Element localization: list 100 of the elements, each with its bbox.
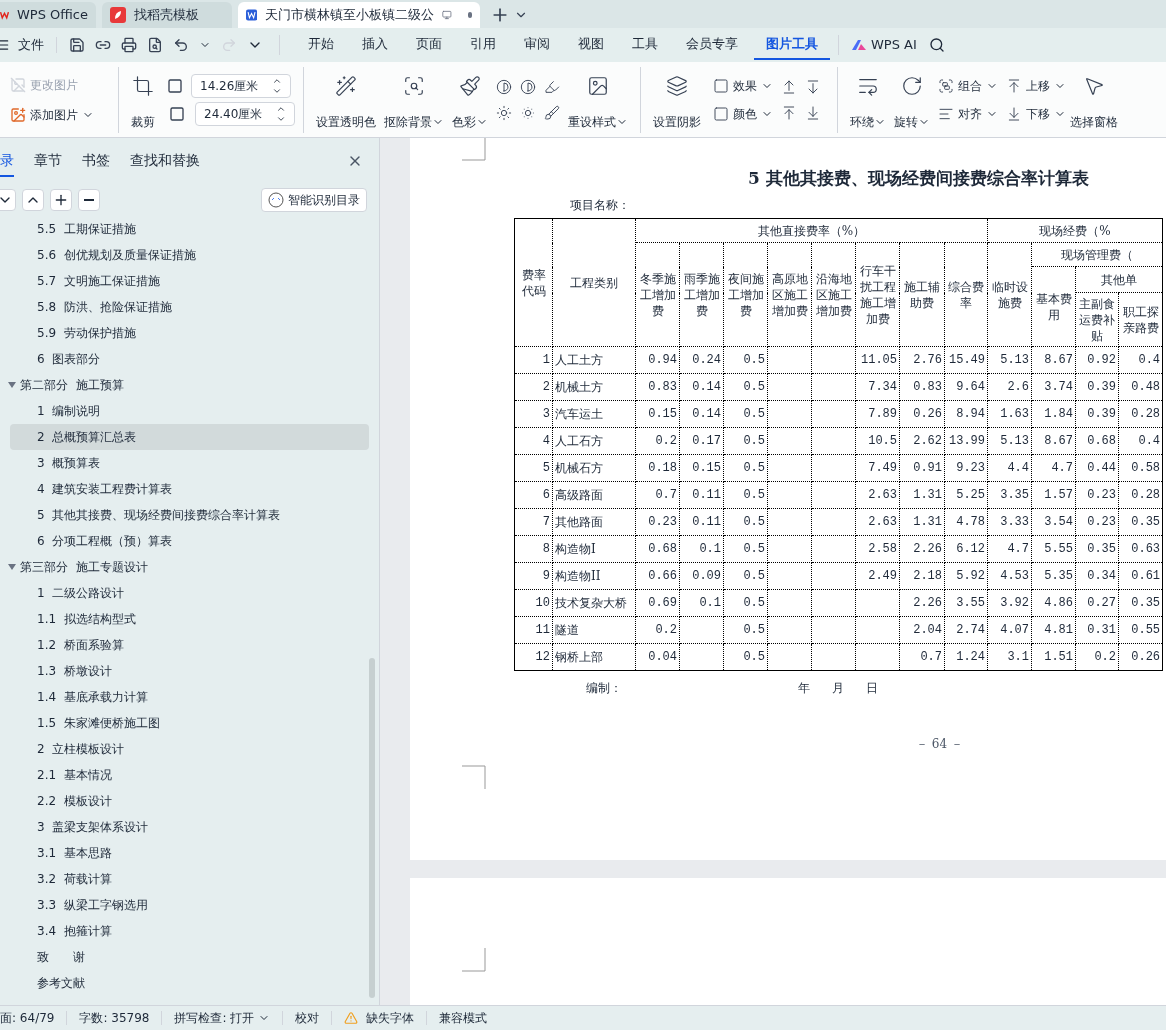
outline-item[interactable]: 1 编制说明 <box>10 398 369 424</box>
width-field[interactable]: 14.26厘米 <box>191 73 291 98</box>
outline-item[interactable]: 5.5 工期保证措施 <box>10 216 369 242</box>
remove-background-button[interactable]: 抠除背景 <box>380 68 448 131</box>
outline-item[interactable]: 2 总概预算汇总表 <box>10 424 369 450</box>
ribbon-tab[interactable]: 页面 <box>404 30 454 60</box>
align-button[interactable]: 对齐 <box>938 100 998 127</box>
table-cell: 0.39 <box>1075 373 1119 401</box>
outline-item[interactable]: 5 其他其接费、现场经费间接费综合率计算表 <box>10 502 369 528</box>
outline-item[interactable]: 第三部分 施工专题设计 <box>10 554 369 580</box>
outline-item[interactable]: 5.8 防洪、抢险保证措施 <box>10 294 369 320</box>
outline-item[interactable]: 1 二级公路设计 <box>10 580 369 606</box>
outline-item[interactable]: 2.1 基本情况 <box>10 762 369 788</box>
height-field[interactable]: 24.40厘米 <box>195 101 295 126</box>
outline-item[interactable]: 2.2 模板设计 <box>10 788 369 814</box>
outline-item[interactable]: 致 谢 <box>10 944 369 970</box>
add-picture-button[interactable]: 添加图片 <box>10 101 110 128</box>
brightness-down-icon[interactable] <box>520 104 536 121</box>
save-icon[interactable] <box>69 37 85 53</box>
ribbon-tab[interactable]: 审阅 <box>512 30 562 60</box>
outline-item[interactable]: 5.9 劳动保护措施 <box>10 320 369 346</box>
up-button[interactable] <box>22 189 44 211</box>
outline-item[interactable]: 6 图表部分 <box>10 346 369 372</box>
outline-item[interactable]: 1.4 基底承载力计算 <box>10 684 369 710</box>
outline-item[interactable]: 3.1 基本思路 <box>10 840 369 866</box>
crop-button[interactable]: 裁剪 <box>127 68 159 131</box>
outline-item[interactable]: 3 盖梁支架体系设计 <box>10 814 369 840</box>
move-down-button[interactable]: 下移 <box>1006 100 1066 127</box>
table-cell: 5.13 <box>987 427 1032 455</box>
sidebar-tab[interactable]: 查找和替换 <box>130 145 200 177</box>
outline-item[interactable]: 参考文献 <box>10 970 369 996</box>
highlighter-icon[interactable] <box>544 78 560 95</box>
shadow-button[interactable]: 设置阴影 <box>649 68 705 131</box>
remove-button[interactable] <box>78 189 100 211</box>
app-tab[interactable]: 找稻壳模板 <box>102 2 232 28</box>
sidebar-tab[interactable]: 章节 <box>34 145 62 177</box>
app-tab[interactable]: 天门市横林镇至小板镇二级公 <box>238 2 480 28</box>
outline-item[interactable]: 6 分项工程概（预）算表 <box>10 528 369 554</box>
add-button[interactable] <box>50 189 72 211</box>
ribbon-tab[interactable]: 图片工具 <box>754 30 830 60</box>
outline-item[interactable]: 1.5 朱家滩便桥施工图 <box>10 710 369 736</box>
search-icon[interactable] <box>928 37 945 53</box>
selection-pane-button[interactable]: 选择窗格 <box>1066 68 1122 131</box>
ribbon-tab[interactable]: 引用 <box>458 30 508 60</box>
outline-item[interactable]: 5.6 创优规划及质量保证措施 <box>10 242 369 268</box>
group-button[interactable]: 组合 <box>938 72 998 99</box>
outline-item[interactable]: 第二部分 施工预算 <box>10 372 369 398</box>
table-cell: 5.35 <box>1031 562 1076 590</box>
ribbon-tab[interactable]: 插入 <box>350 30 400 60</box>
move-up-button[interactable]: 上移 <box>1006 72 1066 99</box>
status-text[interactable]: 面: 64/79 <box>0 1009 55 1027</box>
outline-item[interactable]: 1.3 桥墩设计 <box>10 658 369 684</box>
wrap-button[interactable]: 环绕 <box>846 68 890 131</box>
sidebar-tab[interactable]: 录 <box>0 145 14 177</box>
table-cell: 高级路面 <box>552 481 636 509</box>
print-icon[interactable] <box>121 37 137 53</box>
ai-button[interactable]: WPS AI <box>871 35 917 55</box>
undo-icon[interactable] <box>173 37 189 53</box>
table-cell: 2.6 <box>987 373 1032 401</box>
missing-font-status[interactable]: 缺失字体 <box>344 1009 415 1027</box>
color-mode-button[interactable]: 色彩 <box>448 68 492 131</box>
outline-item[interactable]: 5.7 文明施工保证措施 <box>10 268 369 294</box>
outline-item[interactable]: 3.3 纵梁工字钢选用 <box>10 892 369 918</box>
sidebar-tab[interactable]: 书签 <box>82 145 110 177</box>
table-cell: 0.23 <box>1075 508 1119 536</box>
print-preview-icon[interactable] <box>147 37 163 53</box>
expanded-arrow-icon[interactable] <box>8 382 16 388</box>
expanded-arrow-icon[interactable] <box>8 564 16 570</box>
outline-item[interactable]: 3 概预算表 <box>10 450 369 476</box>
brightness-up-icon[interactable] <box>496 104 512 121</box>
outline-item[interactable]: 4 建筑安装工程费计算表 <box>10 476 369 502</box>
app-tab[interactable]: WPS Office <box>0 2 96 28</box>
outline-item[interactable]: 2 立柱模板设计 <box>10 736 369 762</box>
table-cell: 0.23 <box>635 508 680 536</box>
collapse-button[interactable] <box>0 189 16 211</box>
rotate-button[interactable]: 旋转 <box>890 68 934 131</box>
outline-item[interactable]: 1.2 桥面系验算 <box>10 632 369 658</box>
effect-button[interactable]: 效果 <box>713 72 773 99</box>
ribbon-tab[interactable]: 工具 <box>620 30 670 60</box>
ribbon-tab[interactable]: 开始 <box>296 30 346 60</box>
ribbon-tab[interactable]: 视图 <box>566 30 616 60</box>
table-cell: 0.5 <box>723 427 768 455</box>
status-text[interactable]: 兼容模式 <box>439 1009 488 1027</box>
spell-check-dropdown[interactable]: 拼写检查: 打开 <box>174 1009 271 1027</box>
scrollbar[interactable] <box>369 658 375 998</box>
smart-toc-button[interactable]: 智能识别目录 <box>261 188 367 212</box>
menu-icon[interactable] <box>0 38 10 52</box>
status-text[interactable]: 校对 <box>295 1009 320 1027</box>
outline-item[interactable]: 3.2 荷载计算 <box>10 866 369 892</box>
status-text[interactable]: 字数: 35798 <box>79 1009 150 1027</box>
square-icon <box>713 105 729 122</box>
reset-style-button[interactable]: 重设样式 <box>564 68 632 131</box>
color-button[interactable]: 颜色 <box>713 100 773 127</box>
outline-item[interactable]: 1.1 拟选结构型式 <box>10 606 369 632</box>
minus-icon <box>84 199 94 201</box>
transparent-color-button[interactable]: 设置透明色 <box>312 68 380 131</box>
file-menu[interactable]: 文件 <box>18 35 44 55</box>
outline-item[interactable]: 3.4 抱箍计算 <box>10 918 369 944</box>
ribbon-tab[interactable]: 会员专享 <box>674 30 750 60</box>
table-cell: 机械土方 <box>552 373 636 401</box>
